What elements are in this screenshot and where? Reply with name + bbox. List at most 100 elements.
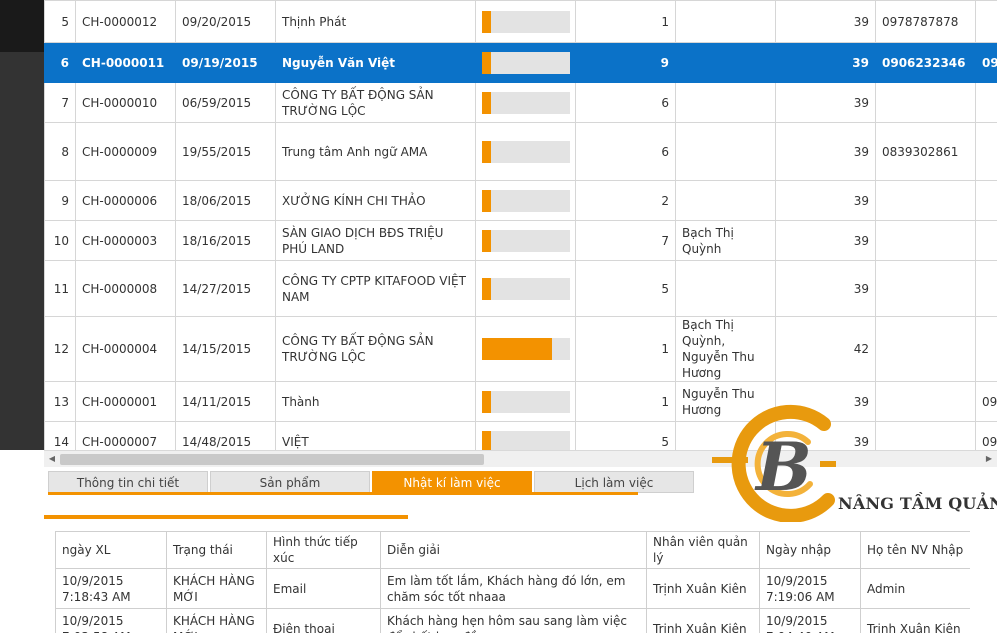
contact-count: 2 (575, 180, 676, 221)
tab-underline (48, 492, 638, 495)
log-cell: Em làm tốt lắm, Khách hàng đó lớn, em ch… (380, 568, 647, 609)
progress-bar (475, 421, 576, 450)
extra-cell (975, 0, 997, 43)
extra-cell (975, 122, 997, 181)
progress-track (482, 91, 570, 114)
contact-count: 9 (575, 42, 676, 83)
log-column-header[interactable]: Họ tên NV Nhập (860, 531, 970, 569)
progress-bar (475, 82, 576, 123)
extra-cell (975, 316, 997, 382)
left-panel (0, 52, 44, 450)
log-cell: Admin (860, 568, 970, 609)
scroll-thumb[interactable] (60, 454, 484, 465)
progress-track (482, 430, 570, 450)
value-cell: 39 (775, 0, 876, 43)
progress-track (482, 51, 570, 74)
customer-name: SÀN GIAO DỊCH BĐS TRIỆU PHÚ LAND (275, 220, 476, 261)
log-row[interactable]: 10/9/2015 7:18:43 AM KHÁCH HÀNG MỚI Email E… (55, 568, 970, 609)
row-index: 13 (44, 381, 76, 422)
work-log: ngày XL Trạng thái Hình thức tiếp xúc Diễn … (55, 531, 970, 633)
row-index: 8 (44, 122, 76, 181)
row-index: 11 (44, 260, 76, 317)
tab-3[interactable]: Lịch làm việc (534, 471, 694, 493)
progress-track (482, 229, 570, 252)
phone-cell: 0839302861 (875, 122, 976, 181)
staff-name (675, 260, 776, 317)
created-date: 14/27/2015 (175, 260, 276, 317)
log-column-header[interactable]: Nhân viên quản lý (646, 531, 760, 569)
progress-bar (475, 316, 576, 382)
customer-code: CH-0000010 (75, 82, 176, 123)
progress-track (482, 189, 570, 212)
log-row[interactable]: 10/9/2015 7:03:58 AMKHÁCH HÀNG MỚIĐiện t… (55, 608, 970, 633)
tab-1[interactable]: Sản phẩm (210, 471, 370, 493)
phone-cell (875, 220, 976, 261)
table-row[interactable]: 6 CH-0000011 09/19/2015 Nguyễn Văn Việt 9 39 0… (44, 42, 997, 83)
customer-table: 5 CH-0000012 09/20/2015 Thịnh Phát 1 39 097878… (44, 0, 997, 450)
created-date: 18/06/2015 (175, 180, 276, 221)
log-column-header[interactable]: Ngày nhập (759, 531, 861, 569)
customer-name: CÔNG TY BẤT ĐỘNG SẢN TRƯỜNG LỘC (275, 316, 476, 382)
customer-code: CH-0000011 (75, 42, 176, 83)
phone-cell (875, 180, 976, 221)
log-column-header[interactable]: Trạng thái (166, 531, 267, 569)
value-cell: 39 (775, 260, 876, 317)
value-cell: 39 (775, 122, 876, 181)
staff-name (675, 180, 776, 221)
customer-name: XƯỞNG KÍNH CHI THẢO (275, 180, 476, 221)
progress-fill (482, 430, 491, 450)
staff-name (675, 0, 776, 43)
log-cell: Điện thoại (266, 608, 381, 633)
log-column-header[interactable]: ngày XL (55, 531, 167, 569)
created-date: 14/48/2015 (175, 421, 276, 450)
extra-cell (975, 82, 997, 123)
extra-cell (975, 180, 997, 221)
value-cell: 39 (775, 42, 876, 83)
value-cell: 39 (775, 82, 876, 123)
tab-0[interactable]: Thông tin chi tiết (48, 471, 208, 493)
staff-name (675, 42, 776, 83)
extra-cell: 090 (975, 42, 997, 83)
progress-bar (475, 42, 576, 83)
log-cell: Khách hàng hẹn hôm sau sang làm việc để … (380, 608, 647, 633)
svg-text:B: B (754, 428, 812, 506)
customer-name: Nguyễn Văn Việt (275, 42, 476, 83)
row-index: 12 (44, 316, 76, 382)
value-cell: 39 (775, 180, 876, 221)
progress-track (482, 10, 570, 33)
customer-code: CH-0000009 (75, 122, 176, 181)
table-row[interactable]: 7 CH-0000010 06/59/2015 CÔNG TY BẤT ĐỘNG SẢ… (44, 82, 997, 123)
log-column-header[interactable]: Diễn giải (380, 531, 647, 569)
contact-count: 6 (575, 122, 676, 181)
created-date: 14/15/2015 (175, 316, 276, 382)
log-cell: 10/9/2015 7:18:43 AM (55, 568, 167, 609)
progress-fill (482, 51, 491, 74)
progress-fill (482, 189, 491, 212)
table-row[interactable]: 10 CH-0000003 18/16/2015 SÀN GIAO DỊCH BĐS … (44, 220, 997, 261)
extra-cell (975, 220, 997, 261)
progress-bar (475, 0, 576, 43)
row-index: 5 (44, 0, 76, 43)
brand-tagline: NÂNG TẦM QUẢN LÝ (838, 494, 997, 513)
log-cell: Trịnh Xuân Kiên (646, 608, 760, 633)
table-row[interactable]: 8 CH-0000009 19/55/2015 Trung tâm Anh ngữ A… (44, 122, 997, 181)
contact-count: 1 (575, 381, 676, 422)
tab-2[interactable]: Nhật kí làm việc (372, 471, 532, 493)
log-header-row: ngày XL Trạng thái Hình thức tiếp xúc Diễn … (55, 531, 970, 569)
staff-name (675, 122, 776, 181)
row-index: 6 (44, 42, 76, 83)
log-column-header[interactable]: Hình thức tiếp xúc (266, 531, 381, 569)
row-index: 10 (44, 220, 76, 261)
scroll-left-icon[interactable]: ◀ (47, 454, 57, 464)
table-row[interactable]: 5 CH-0000012 09/20/2015 Thịnh Phát 1 39 097878… (44, 0, 997, 43)
customer-name: Thành (275, 381, 476, 422)
created-date: 18/16/2015 (175, 220, 276, 261)
table-row[interactable]: 9 CH-0000006 18/06/2015 XƯỞNG KÍNH CHI THẢO… (44, 180, 997, 221)
created-date: 09/20/2015 (175, 0, 276, 43)
progress-fill (482, 10, 491, 33)
row-index: 14 (44, 421, 76, 450)
progress-fill (482, 229, 491, 252)
table-row[interactable]: 11 CH-0000008 14/27/2015 CÔNG TY CPTP KITAF… (44, 260, 997, 317)
log-cell: KHÁCH HÀNG MỚI (166, 608, 267, 633)
table-row[interactable]: 12 CH-0000004 14/15/2015 CÔNG TY BẤT ĐỘNG S… (44, 316, 997, 382)
